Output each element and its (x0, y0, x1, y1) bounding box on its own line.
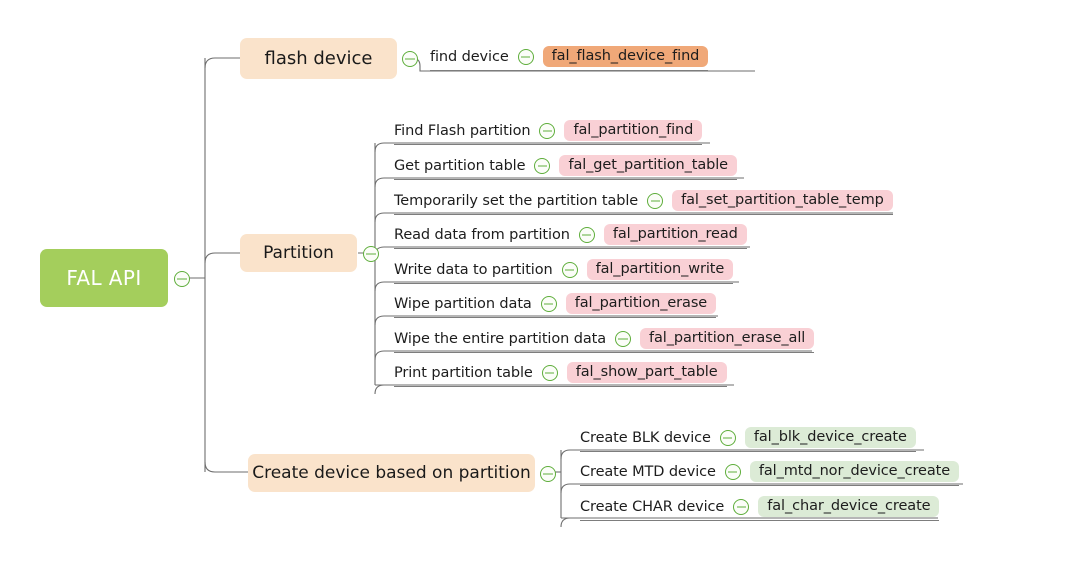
api-badge[interactable]: fal_show_part_table (566, 361, 727, 384)
api-badge[interactable]: fal_partition_write (586, 258, 734, 281)
api-badge[interactable]: fal_blk_device_create (744, 426, 916, 449)
collapse-minus-circle-icon-leaf[interactable] (540, 295, 557, 312)
leaf-write-data-to-partition[interactable]: Write data to partition fal_partition_wr… (394, 257, 734, 284)
collapse-minus-circle-icon-leaf[interactable] (719, 429, 736, 446)
collapse-minus-circle-icon-leaf[interactable] (578, 226, 595, 243)
collapse-minus-circle-icon-leaf[interactable] (541, 364, 558, 381)
leaf-label: Find Flash partition (394, 122, 531, 139)
api-badge[interactable]: fal_partition_find (564, 119, 703, 142)
leaf-find-device[interactable]: find device fal_flash_device_find (430, 44, 709, 71)
collapse-minus-circle-icon-leaf[interactable] (615, 330, 631, 347)
collapse-minus-circle-icon-leaf[interactable] (647, 192, 664, 209)
collapse-minus-circle-icon-leaf[interactable] (534, 157, 551, 174)
branch-node-label: flash device (264, 48, 373, 69)
leaf-create-mtd-device[interactable]: Create MTD device fal_mtd_nor_device_cre… (580, 459, 960, 486)
collapse-minus-circle-icon-leaf[interactable] (733, 498, 750, 515)
leaf-label: Write data to partition (394, 261, 553, 278)
branch-node-partition[interactable]: Partition (240, 234, 357, 272)
leaf-create-char-device[interactable]: Create CHAR device fal_char_device_creat… (580, 494, 940, 521)
leaf-label: Create MTD device (580, 463, 716, 480)
leaf-label: Read data from partition (394, 226, 570, 243)
leaf-get-partition-table[interactable]: Get partition table fal_get_partition_ta… (394, 153, 737, 180)
branch-node-label: Partition (263, 243, 334, 263)
leaf-label: find device (430, 48, 509, 65)
leaf-label: Create BLK device (580, 429, 711, 446)
api-badge[interactable]: fal_flash_device_find (542, 45, 709, 68)
api-badge[interactable]: fal_get_partition_table (559, 154, 737, 177)
api-badge[interactable]: fal_mtd_nor_device_create (749, 460, 960, 483)
leaf-label: Create CHAR device (580, 498, 725, 515)
api-badge[interactable]: fal_partition_erase_all (640, 327, 815, 350)
api-badge[interactable]: fal_partition_read (603, 223, 747, 246)
collapse-minus-circle-icon-leaf[interactable] (517, 48, 534, 65)
leaf-label: Get partition table (394, 157, 526, 174)
leaf-find-flash-partition[interactable]: Find Flash partition fal_partition_find (394, 118, 703, 145)
collapse-minus-circle-icon-leaf[interactable] (561, 261, 578, 278)
leaf-label: Wipe partition data (394, 295, 532, 312)
leaf-label: Print partition table (394, 364, 533, 381)
collapse-minus-circle-icon-partition[interactable] (363, 246, 379, 262)
branch-node-create-device-based-on-partition[interactable]: Create device based on partition (248, 454, 535, 492)
leaf-label: Wipe the entire partition data (394, 330, 606, 347)
api-badge[interactable]: fal_char_device_create (758, 495, 940, 518)
branch-node-flash-device[interactable]: flash device (240, 38, 397, 79)
root-node-fal-api[interactable]: FAL API (40, 249, 168, 307)
collapse-minus-circle-icon-root[interactable] (174, 271, 190, 287)
leaf-label: Temporarily set the partition table (394, 192, 639, 209)
api-badge[interactable]: fal_partition_erase (565, 292, 717, 315)
collapse-minus-circle-icon-leaf[interactable] (724, 463, 741, 480)
leaf-create-blk-device[interactable]: Create BLK device fal_blk_device_create (580, 425, 916, 452)
collapse-minus-circle-icon-leaf[interactable] (539, 122, 556, 139)
leaf-temporarily-set-the-partition-table[interactable]: Temporarily set the partition table fal_… (394, 188, 893, 215)
leaf-wipe-the-entire-partition-data[interactable]: Wipe the entire partition data fal_parti… (394, 326, 815, 353)
collapse-minus-circle-icon-create-device[interactable] (540, 466, 556, 482)
mindmap-canvas: FAL API flash device find device fal_fla… (0, 0, 1069, 561)
collapse-minus-circle-icon-flash-device[interactable] (402, 51, 418, 67)
root-node-label: FAL API (66, 266, 142, 290)
leaf-read-data-from-partition[interactable]: Read data from partition fal_partition_r… (394, 222, 747, 249)
leaf-wipe-partition-data[interactable]: Wipe partition data fal_partition_erase (394, 291, 717, 318)
leaf-print-partition-table[interactable]: Print partition table fal_show_part_tabl… (394, 360, 727, 387)
branch-node-label: Create device based on partition (252, 463, 531, 483)
api-badge[interactable]: fal_set_partition_table_temp (672, 189, 893, 212)
